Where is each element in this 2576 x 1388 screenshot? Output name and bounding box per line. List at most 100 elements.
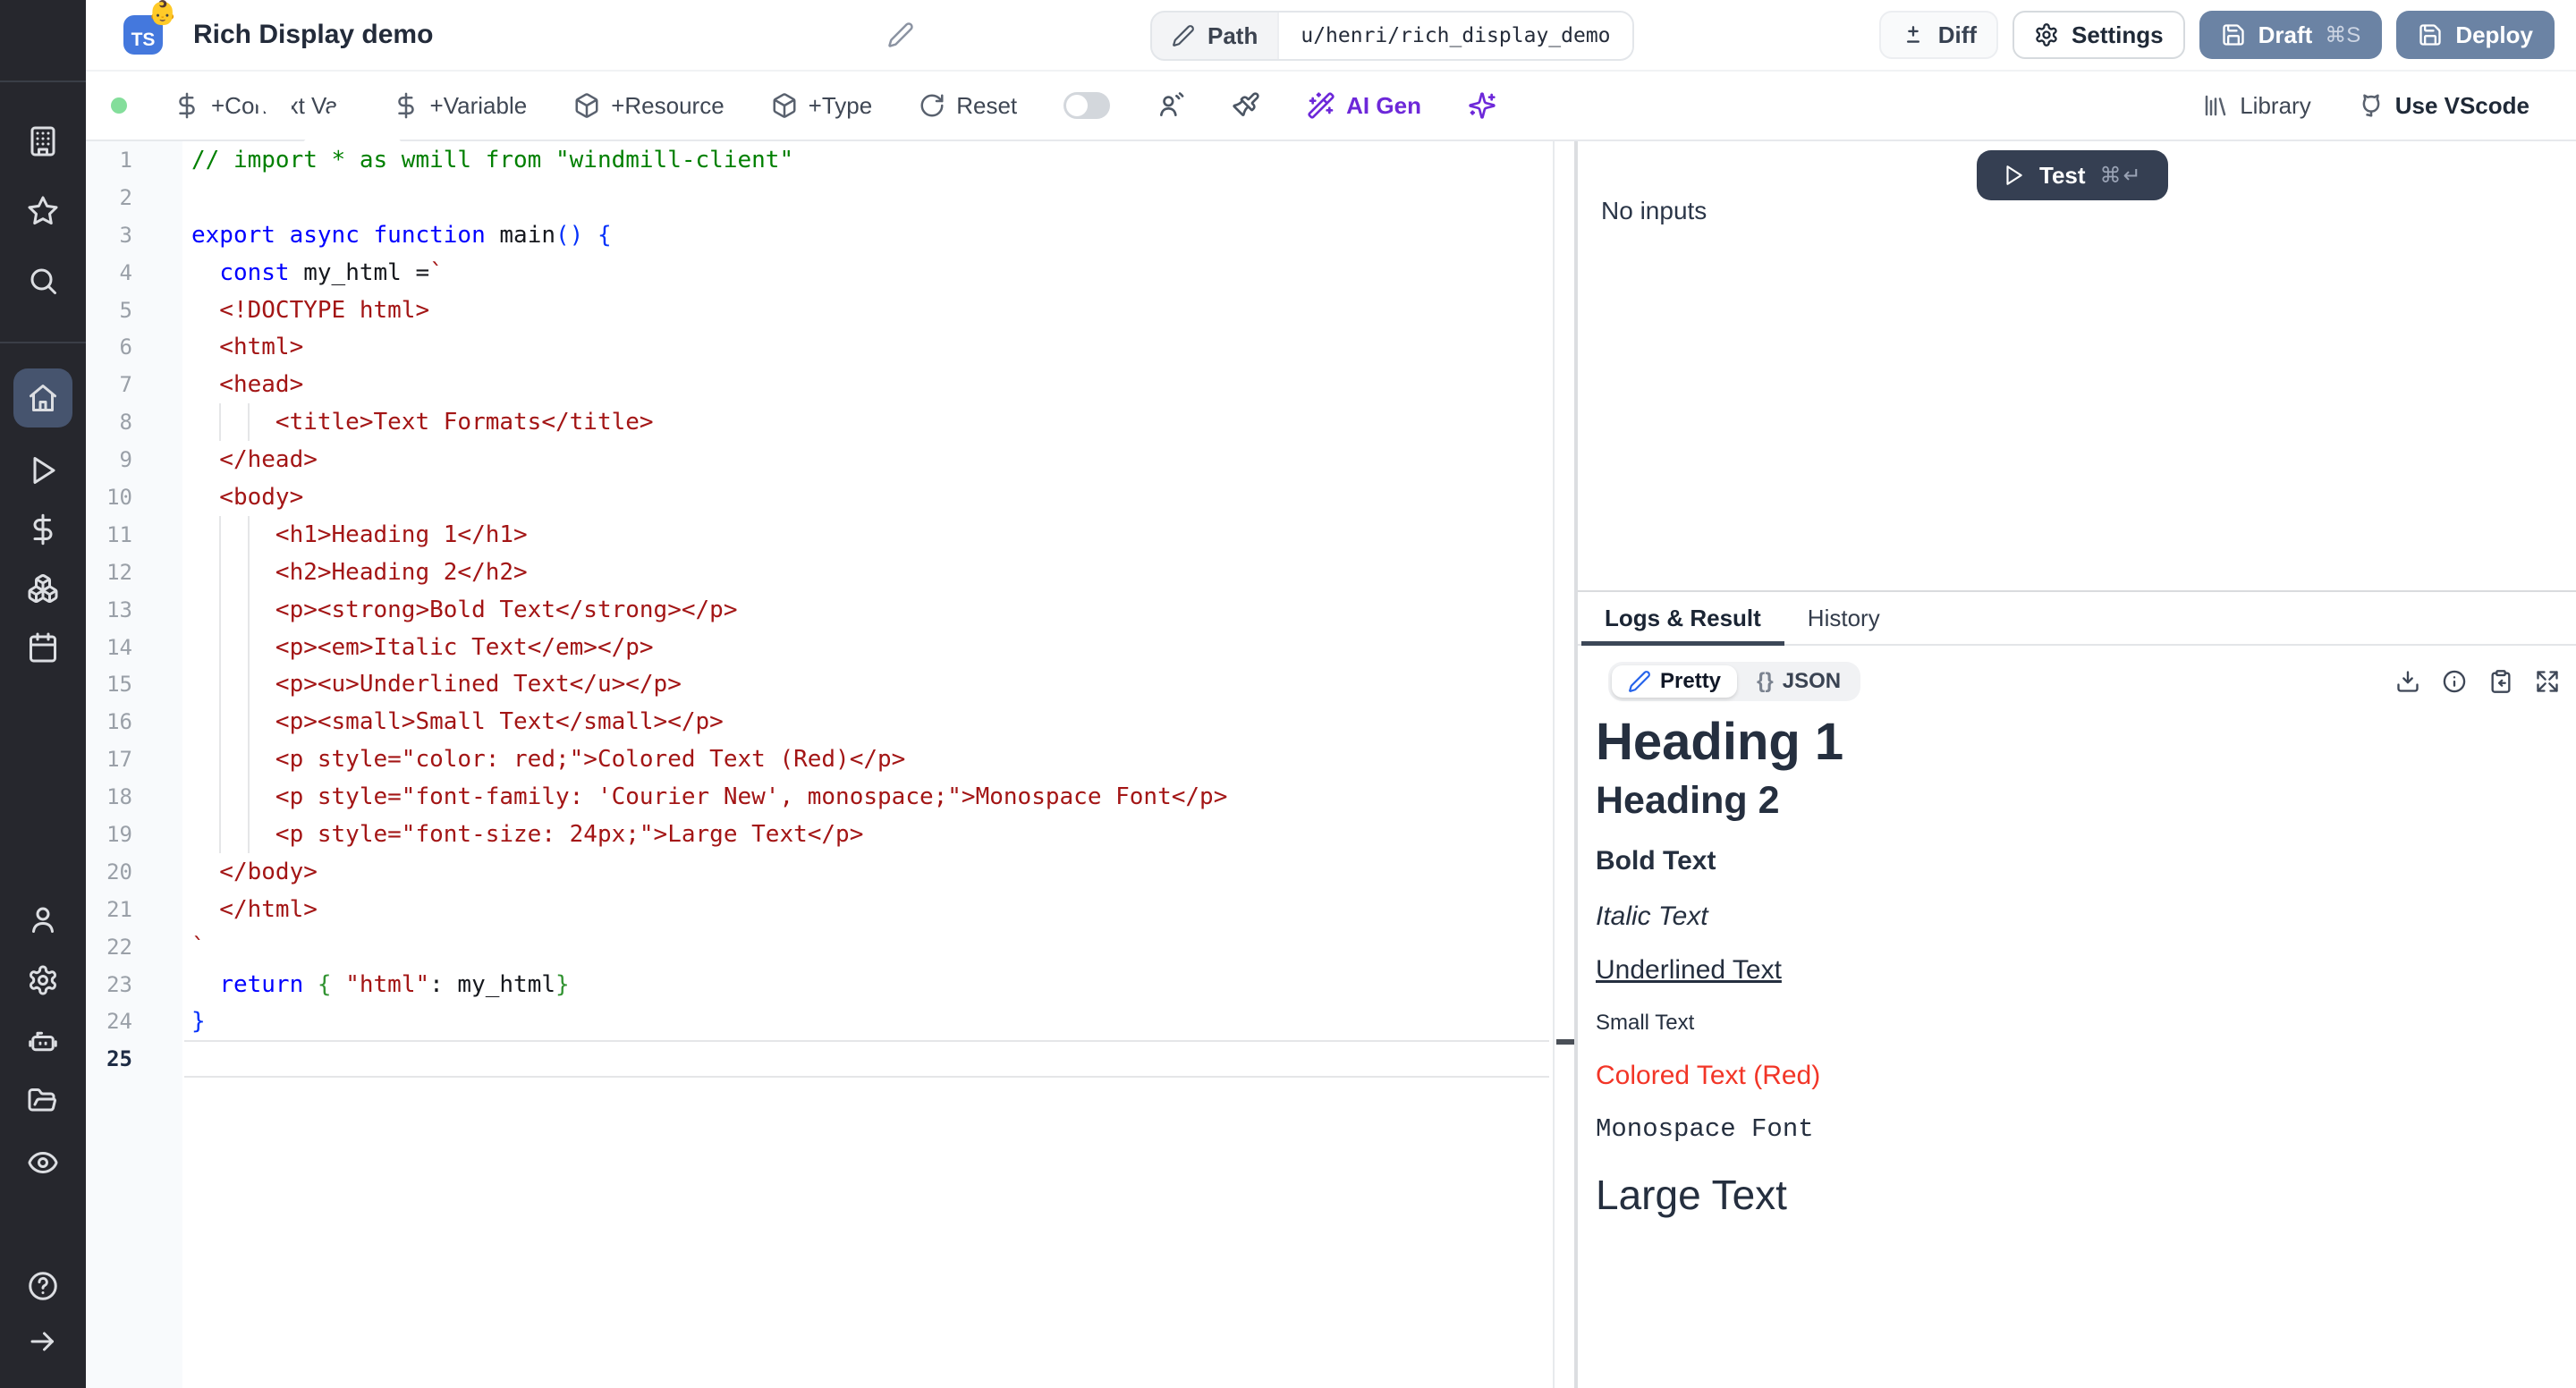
reset-button[interactable]: Reset: [919, 92, 1017, 120]
ai-suggestions-button[interactable]: [1468, 91, 1496, 120]
draft-button[interactable]: Draft ⌘S: [2199, 11, 2383, 59]
gear-icon: [27, 964, 59, 996]
sidebar-group-footer: [0, 1270, 86, 1358]
indent-guide: [219, 516, 221, 554]
test-label: Test: [2039, 162, 2086, 190]
indent-guide: [219, 665, 221, 703]
windmill-logo[interactable]: [23, 11, 63, 50]
line-number: 4: [86, 260, 132, 285]
page-title: Rich Display demo: [193, 20, 433, 50]
line-number: 16: [86, 709, 132, 734]
library-button[interactable]: Library: [2202, 92, 2310, 120]
line-number: 15: [86, 672, 132, 697]
indent-guide: [219, 778, 221, 816]
test-button[interactable]: Test ⌘↵: [1977, 150, 2168, 200]
star-icon: [27, 195, 59, 227]
diff-button[interactable]: Diff: [1879, 11, 1998, 59]
output-small: Small Text: [1596, 1011, 2576, 1036]
boxes-icon: [27, 572, 59, 605]
sidebar-group-top: [0, 125, 86, 297]
sidebar-item-runs[interactable]: [27, 454, 59, 487]
line-number: 1: [86, 148, 132, 173]
json-view-button[interactable]: {} JSON: [1741, 665, 1857, 698]
sidebar-item-expand-sidebar[interactable]: [27, 1325, 59, 1358]
sidebar-item-settings[interactable]: [27, 964, 59, 996]
tab-logs-result[interactable]: Logs & Result: [1581, 592, 1784, 644]
draft-label: Draft: [2258, 21, 2313, 49]
output-h1: Heading 1: [1596, 712, 2576, 772]
code-line-16: 16 <p><small>Small Text</small></p>: [86, 703, 1574, 741]
multiplayer-button[interactable]: [1157, 91, 1185, 120]
line-number: 6: [86, 334, 132, 360]
download-result-button[interactable]: [2395, 669, 2420, 694]
add-resource-button[interactable]: +Resource: [573, 92, 724, 120]
sidebar-item-workers[interactable]: [27, 1025, 59, 1057]
code-line-25: 25: [86, 1040, 1574, 1078]
format-code-button[interactable]: [1232, 91, 1260, 120]
indent-guide: [248, 554, 250, 591]
sidebar-item-resources[interactable]: [27, 572, 59, 605]
add-type-button[interactable]: +Type: [771, 92, 873, 120]
settings-button[interactable]: Settings: [2012, 11, 2185, 59]
output-underline: Underlined Text: [1596, 955, 2576, 986]
output-italic: Italic Text: [1596, 901, 2576, 932]
sidebar-item-folders[interactable]: [27, 1086, 59, 1118]
result-output: Heading 1Heading 2Bold TextItalic TextUn…: [1578, 701, 2576, 1219]
box-icon: [771, 92, 798, 119]
play-icon: [2002, 164, 2025, 187]
pen-icon: [1628, 670, 1651, 693]
path-label-segment[interactable]: Path: [1152, 13, 1277, 59]
line-number: 20: [86, 859, 132, 884]
sparkles-icon: [1468, 91, 1496, 120]
line-number: 19: [86, 822, 132, 847]
copy-result-button[interactable]: [2488, 669, 2513, 694]
code-line-8: 8 <title>Text Formats</title>: [86, 403, 1574, 441]
sidebar-item-help[interactable]: [27, 1270, 59, 1302]
calendar-icon: [27, 631, 59, 664]
box-icon: [573, 92, 600, 119]
editor-right-edge: [1553, 141, 1555, 1388]
edit-summary-button[interactable]: [887, 21, 914, 48]
sidebar-item-users[interactable]: [27, 903, 59, 935]
tab-history[interactable]: History: [1784, 592, 1903, 644]
path-field[interactable]: Path u/henri/rich_display_demo: [1150, 11, 1634, 61]
indent-guide: [248, 516, 250, 554]
indent-guide: [219, 591, 221, 629]
typescript-badge: TS 👶: [123, 15, 163, 55]
brush-icon: [1232, 91, 1260, 120]
ai-gen-button[interactable]: AI Gen: [1307, 91, 1421, 120]
code-line-19: 19 <p style="font-size: 24px;">Large Tex…: [86, 816, 1574, 853]
deploy-button[interactable]: Deploy: [2396, 11, 2555, 59]
code-line-15: 15 <p><u>Underlined Text</u></p>: [86, 665, 1574, 703]
sidebar-item-variables[interactable]: [27, 513, 59, 546]
code-line-13: 13 <p><strong>Bold Text</strong></p>: [86, 591, 1574, 629]
pretty-view-button[interactable]: Pretty: [1612, 665, 1737, 698]
code-editor[interactable]: 1// import * as wmill from "windmill-cli…: [86, 141, 1574, 1388]
sidebar-item-audit-logs[interactable]: [27, 1147, 59, 1179]
sidebar-item-schedules[interactable]: [27, 631, 59, 664]
sidebar-item-home[interactable]: [13, 368, 72, 427]
indent-guide: [219, 741, 221, 778]
clipboard-copy-icon: [2488, 669, 2513, 694]
code-line-1: 1// import * as wmill from "windmill-cli…: [86, 141, 1574, 179]
code-line-3: 3export async function main() {: [86, 216, 1574, 254]
indent-guide: [219, 703, 221, 741]
result-info-button[interactable]: [2442, 669, 2467, 694]
sidebar-item-favorites[interactable]: [27, 195, 59, 227]
line-number: 10: [86, 485, 132, 510]
header: TS 👶 Rich Display demo Path u/henri/rich…: [86, 0, 2576, 72]
sidebar-item-workspace[interactable]: [27, 125, 59, 157]
sidebar-group-main: [0, 368, 86, 664]
indent-guide: [219, 554, 221, 591]
expand-result-button[interactable]: [2535, 669, 2560, 694]
info-icon: [2442, 669, 2467, 694]
result-view-switch: Pretty {} JSON: [1608, 662, 1860, 701]
use-vscode-button[interactable]: Use VScode: [2358, 92, 2529, 120]
settings-label: Settings: [2072, 21, 2164, 49]
sidebar-item-search[interactable]: [27, 265, 59, 297]
diff-mode-toggle[interactable]: [1063, 92, 1110, 119]
json-label: JSON: [1783, 669, 1841, 694]
braces-icon: {}: [1757, 669, 1774, 694]
line-number: 13: [86, 597, 132, 622]
expand-icon: [2535, 669, 2560, 694]
